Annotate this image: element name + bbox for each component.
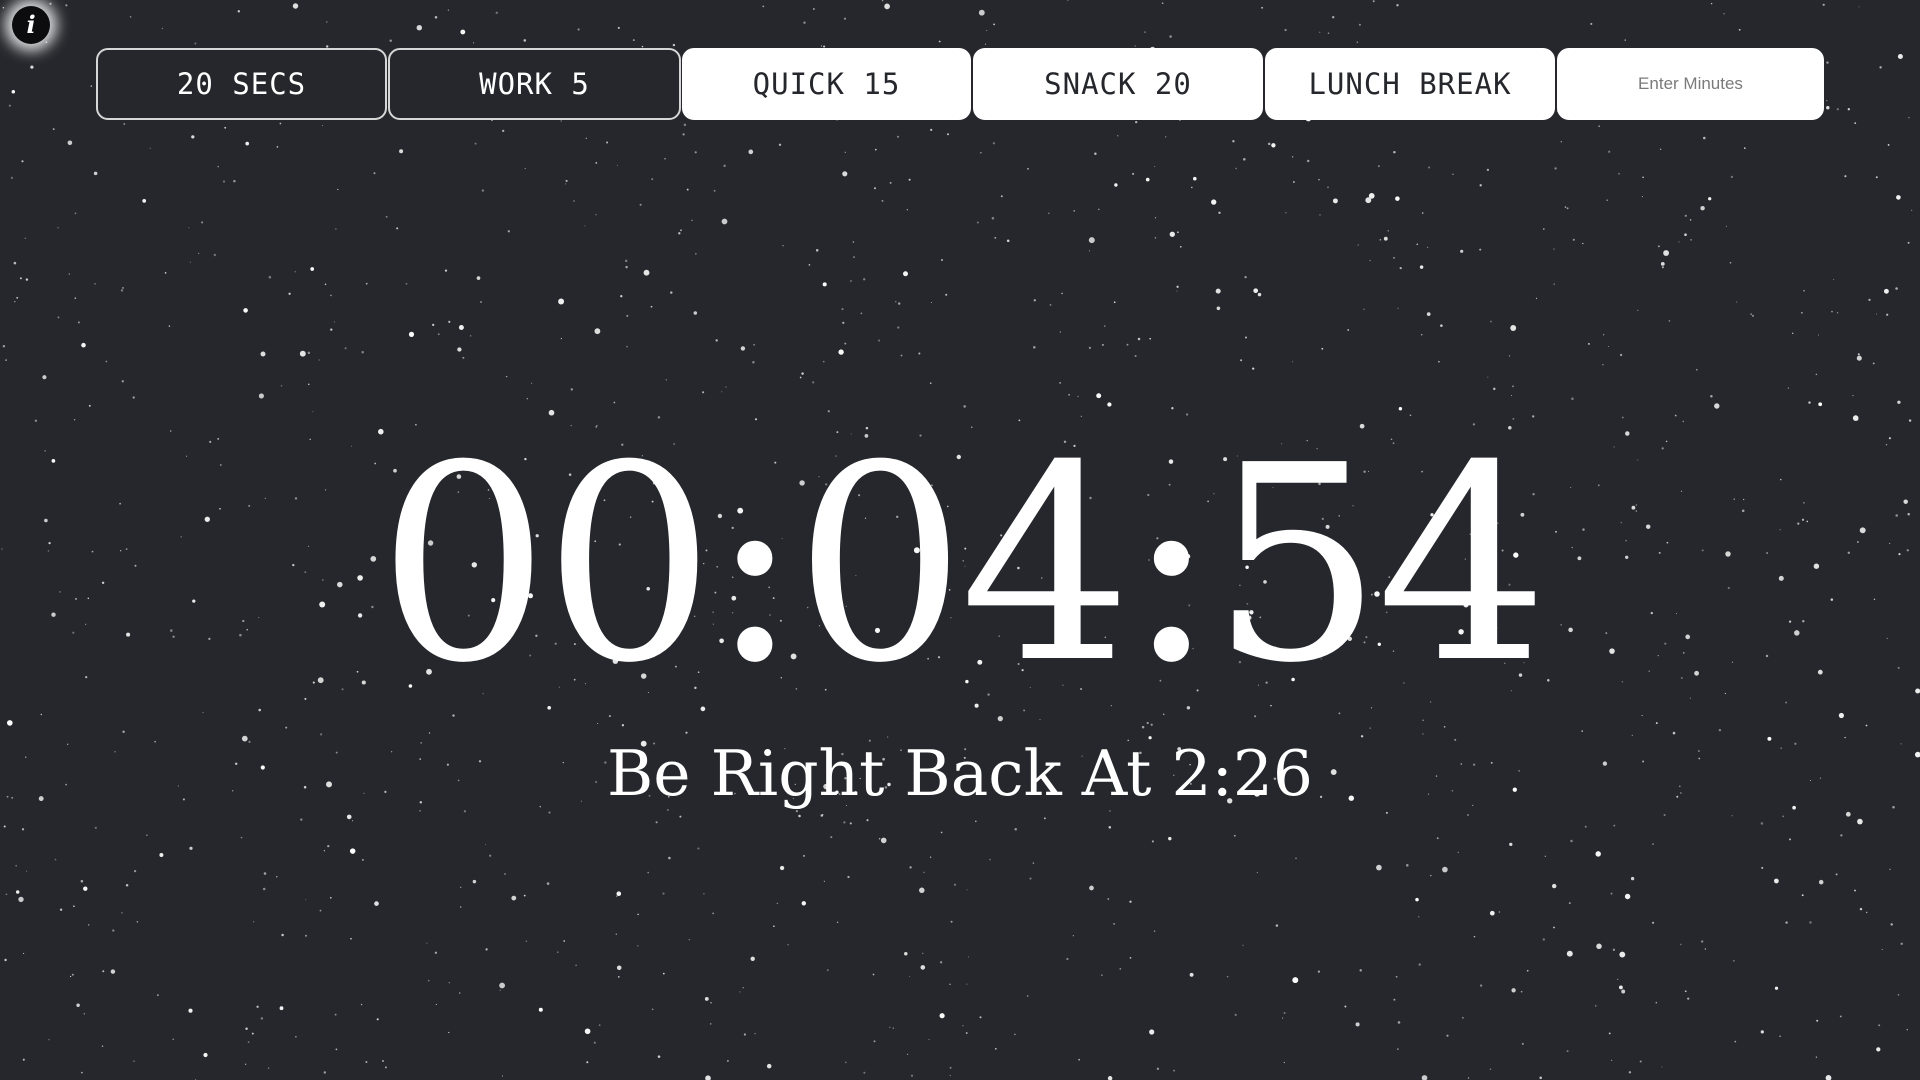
- preset-lunch-break-button[interactable]: LUNCH BREAK: [1265, 48, 1555, 120]
- preset-work-5-button[interactable]: WORK 5: [388, 48, 681, 120]
- countdown-timer: 00:04:54: [377, 407, 1549, 722]
- info-icon: i: [26, 10, 36, 39]
- preset-20-secs-button[interactable]: 20 SECS: [96, 48, 387, 120]
- preset-quick-15-button[interactable]: QUICK 15: [682, 48, 971, 120]
- info-button[interactable]: i: [12, 6, 50, 44]
- preset-snack-20-button[interactable]: SNACK 20: [973, 48, 1263, 120]
- return-time-message: Be Right Back At 2:26: [607, 737, 1313, 810]
- enter-minutes-input[interactable]: [1557, 48, 1824, 120]
